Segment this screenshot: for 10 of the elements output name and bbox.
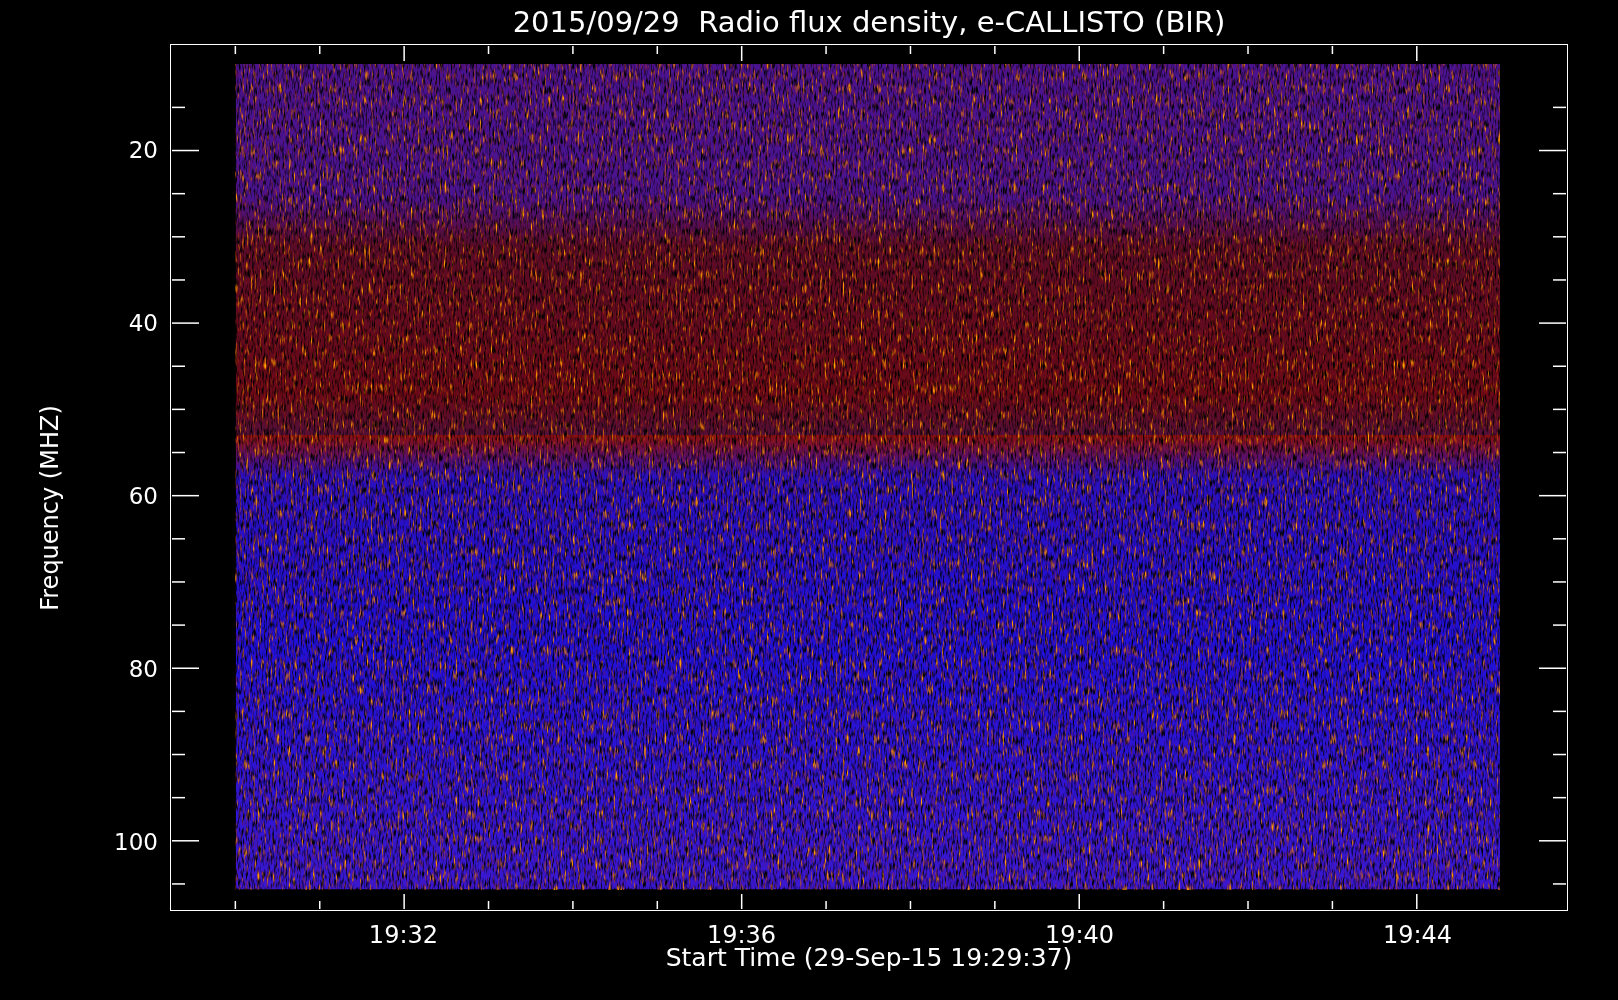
y-tick-label: 100 bbox=[114, 828, 158, 855]
y-tick-label: 60 bbox=[128, 482, 158, 509]
y-tick-label: 80 bbox=[128, 655, 158, 682]
y-axis-label: Frequency (MHZ) bbox=[36, 405, 64, 611]
y-tick-label: 20 bbox=[128, 136, 158, 163]
y-tick-label: 40 bbox=[128, 309, 158, 336]
chart-title: 2015/09/29 Radio flux density, e-CALLISTO (BIR) bbox=[512, 5, 1226, 39]
x-tick-label: 19:44 bbox=[1383, 921, 1453, 949]
x-tick-label: 19:32 bbox=[368, 921, 439, 949]
x-axis-label: Start Time (29-Sep-15 19:29:37) bbox=[665, 943, 1073, 972]
